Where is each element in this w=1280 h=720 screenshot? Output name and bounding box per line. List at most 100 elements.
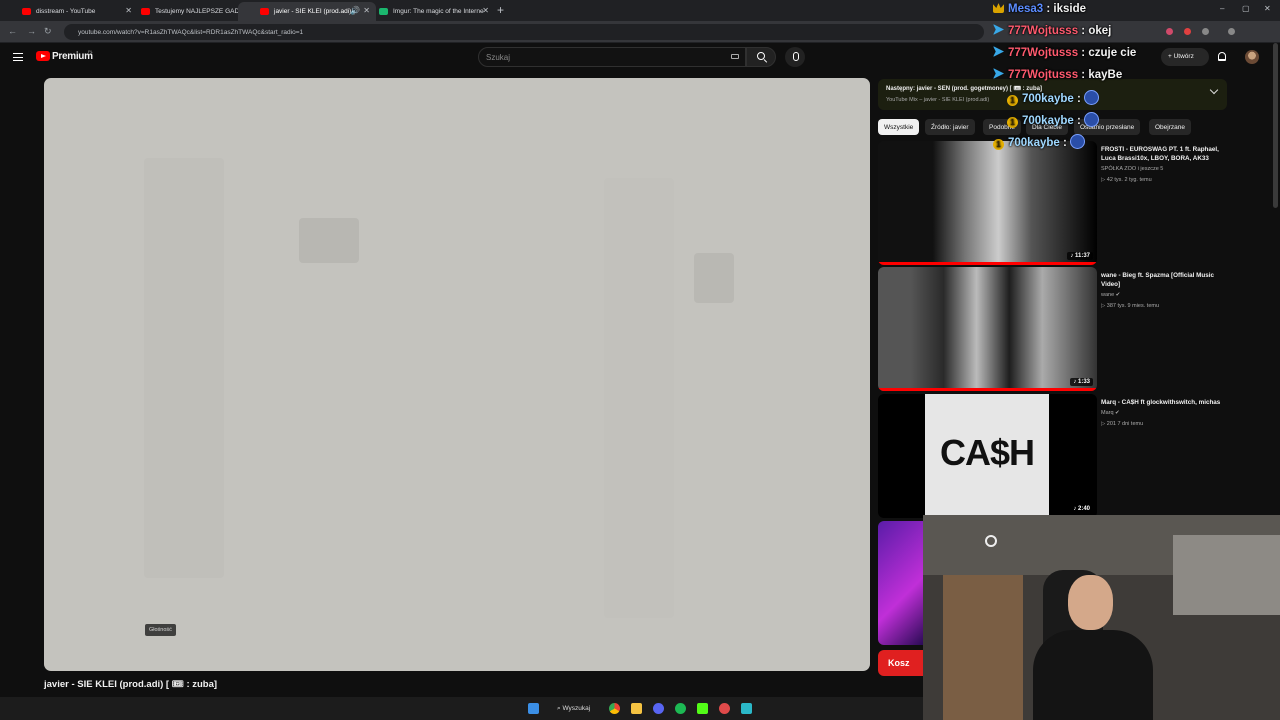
video-frame-detail — [604, 178, 674, 618]
search-placeholder: Szukaj — [486, 53, 511, 62]
discord-icon[interactable] — [653, 703, 664, 714]
close-window-icon[interactable]: ✕ — [1264, 4, 1271, 13]
duration-badge: ♪ 11:37 — [1067, 252, 1093, 260]
tab-title: Imgur: The magic of the Interne — [393, 8, 484, 15]
chat-username: 700kaybe — [1022, 93, 1074, 105]
extension-icon[interactable] — [1184, 28, 1191, 35]
watch-progress — [878, 262, 1097, 265]
video-meta: ▷ 201 7 dni temu — [1101, 421, 1144, 427]
shop-button[interactable]: Kosz — [878, 650, 923, 676]
extension-icon[interactable] — [1166, 28, 1173, 35]
tab-javier[interactable]: javier - SIE KLEI (prod.adi) | 🔊 ✕ — [238, 2, 376, 21]
prime-badge-icon — [993, 46, 1004, 57]
video-thumbnail[interactable]: CA$H ♪ 2:40 — [878, 394, 1097, 518]
tab-testujemy[interactable]: Testujemy NAJLEPSZE GADŻET ✕ — [119, 2, 257, 21]
chat-text: czuje cie — [1088, 47, 1137, 59]
search-input[interactable]: Szukaj — [478, 47, 746, 67]
spotify-icon[interactable] — [675, 703, 686, 714]
crown-badge-icon — [993, 3, 1004, 13]
video-meta: ▷ 387 tys. 9 mies. temu — [1101, 303, 1160, 309]
logo-text[interactable]: Premium — [52, 51, 93, 62]
duration-badge: ♪ 1:33 — [1070, 378, 1093, 386]
youtube-icon — [141, 8, 150, 15]
back-icon[interactable]: ← — [8, 26, 17, 36]
tab-disstream[interactable]: disstream - YouTube ✕ — [0, 2, 138, 21]
video-thumbnail[interactable]: ♪ 1:33 — [878, 267, 1097, 391]
browser-tab-bar: disstream - YouTube ✕ Testujemy NAJLEPSZ… — [0, 0, 1280, 21]
kick-icon[interactable] — [697, 703, 708, 714]
chat-username: 700kaybe — [1022, 115, 1074, 127]
emote-icon — [1084, 112, 1100, 127]
search-button[interactable] — [746, 47, 776, 67]
mic-icon[interactable] — [785, 47, 805, 67]
windows-start-icon[interactable] — [528, 703, 539, 714]
chrome-icon[interactable] — [609, 703, 620, 714]
coin-badge-icon: 1 — [1007, 117, 1018, 128]
plus-icon[interactable]: + — [497, 3, 504, 17]
folder-icon[interactable] — [631, 703, 642, 714]
extension-icon[interactable] — [1202, 28, 1209, 35]
chip-source[interactable]: Źródło: javier — [925, 119, 975, 135]
channel-name[interactable]: SPÓŁKA ZOO i jeszcze 5 — [1101, 165, 1231, 174]
chat-message: 1 700kaybe : — [1007, 112, 1100, 128]
video-title: javier - SIE KLEI (prod.adi) [ 🎟 : zuba] — [44, 679, 218, 690]
taskbar-search-label: Wyszukaj — [562, 705, 591, 712]
hamburger-icon[interactable] — [13, 53, 23, 61]
extension-icon[interactable] — [1228, 28, 1235, 35]
chat-username: 777Wojtusss — [1008, 69, 1079, 81]
imgur-icon — [379, 8, 388, 15]
url-field[interactable]: youtube.com/watch?v=R1asZhTWAQc&list=RDR… — [64, 24, 984, 40]
app-icon[interactable] — [719, 703, 730, 714]
emote-icon — [1070, 134, 1086, 149]
recommendation-title[interactable]: FROSTI - EUROSWAG PT. 1 ft. Raphael, Luc… — [1101, 145, 1231, 163]
chip-watched[interactable]: Obejrzane — [1149, 119, 1191, 135]
webcam-overlay — [923, 515, 1280, 720]
recommendation-item[interactable]: ♪ 11:37 FROSTI - EUROSWAG PT. 1 ft. Raph… — [878, 141, 1238, 265]
chevron-down-icon[interactable] — [1209, 85, 1219, 95]
create-button[interactable]: + Utwórz — [1161, 48, 1209, 66]
taskbar-search[interactable]: ⌕ Wyszukaj — [551, 702, 597, 715]
tab-title: Testujemy NAJLEPSZE GADŻET — [155, 8, 252, 15]
video-player[interactable] — [44, 78, 870, 671]
cursor-indicator — [985, 535, 997, 547]
minimize-icon[interactable]: – — [1220, 4, 1224, 13]
volume-tooltip: Głośność — [145, 624, 176, 636]
video-meta: ▷ 42 tys. 2 tyg. temu — [1101, 177, 1152, 183]
video-frame-detail — [299, 218, 359, 263]
chat-message: 777Wojtusss : okej — [993, 24, 1111, 37]
duration-badge: ♪ 2:40 — [1070, 505, 1093, 513]
youtube-icon[interactable] — [36, 51, 50, 61]
tab-title: disstream - YouTube — [36, 8, 96, 15]
bell-icon[interactable] — [1218, 52, 1226, 61]
video-thumbnail[interactable]: ♪ 11:37 — [878, 141, 1097, 265]
video-frame-detail — [144, 158, 224, 578]
prime-badge-icon — [993, 24, 1004, 35]
restore-icon[interactable]: ▢ — [1242, 4, 1250, 13]
recommendation-title[interactable]: wane - Bieg ft. Spazma [Official Music V… — [1101, 271, 1231, 289]
chat-username: 700kaybe — [1008, 137, 1060, 149]
chip-all[interactable]: Wszystkie — [878, 119, 920, 135]
webcam-furniture — [943, 575, 1023, 720]
chat-text: okej — [1088, 25, 1112, 37]
notepad-icon[interactable] — [741, 703, 752, 714]
forward-icon[interactable]: → — [27, 26, 36, 36]
channel-name[interactable]: wane ✔ — [1101, 291, 1231, 300]
recommendation-title[interactable]: Marq - CA$H ft glockwithswitch, michas — [1101, 398, 1231, 407]
taskbar: ⌕ Wyszukaj — [0, 697, 923, 720]
reload-icon[interactable]: ↻ — [44, 26, 52, 37]
video-thumbnail[interactable] — [878, 521, 923, 645]
chat-message: 1 700kaybe : — [1007, 90, 1100, 106]
prime-badge-icon — [993, 68, 1004, 79]
recommendation-item[interactable]: ♪ 1:33 wane - Bieg ft. Spazma [Official … — [878, 267, 1238, 391]
close-icon[interactable]: ✕ — [482, 6, 489, 15]
webcam-person-head — [1068, 575, 1113, 630]
cover-art-text: CA$H — [939, 432, 1035, 473]
channel-name[interactable]: Marq ✔ — [1101, 409, 1231, 418]
coin-badge-icon: 1 — [1007, 95, 1018, 106]
avatar[interactable] — [1245, 50, 1259, 64]
recommendation-item[interactable]: CA$H ♪ 2:40 Marq - CA$H ft glockwithswit… — [878, 394, 1238, 518]
tab-imgur[interactable]: Imgur: The magic of the Interne ✕ — [357, 2, 495, 21]
scrollbar[interactable] — [1273, 43, 1278, 208]
video-frame-detail — [694, 253, 734, 303]
keyboard-icon[interactable] — [731, 54, 739, 59]
